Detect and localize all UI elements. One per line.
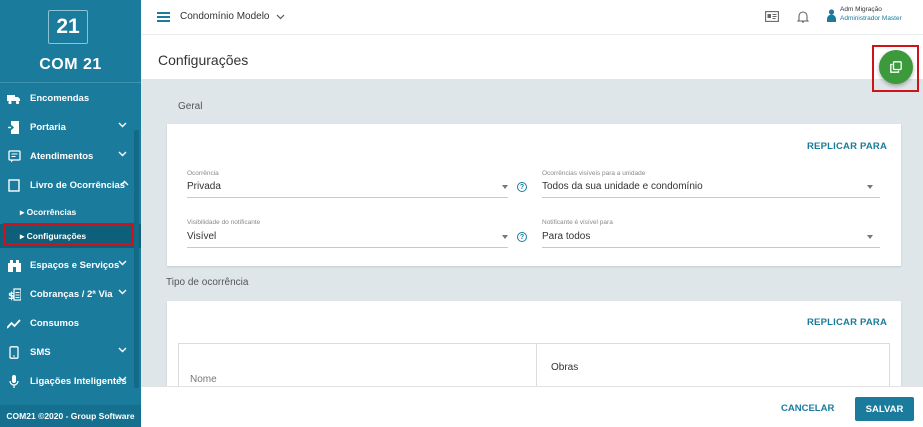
sidebar-item-label: Livro de Ocorrências <box>30 180 126 191</box>
ocorrencia-label: Ocorrência <box>187 170 219 177</box>
section-tipo-label: Tipo de ocorrência <box>166 277 249 288</box>
sidebar-scrollbar[interactable] <box>134 130 139 388</box>
notificante-select[interactable]: Para todos <box>542 231 590 242</box>
geral-card <box>167 124 901 266</box>
dropdown-caret-icon[interactable] <box>502 235 508 239</box>
chevron-down-icon <box>118 376 127 382</box>
sidebar-item-sms[interactable]: SMS <box>0 338 141 367</box>
section-geral-label: Geral <box>178 101 203 112</box>
sidebar-item-label: Cobranças / 2ª Via <box>30 289 113 300</box>
visibilidade-select[interactable]: Visível <box>187 231 216 242</box>
sidebar-subitem-configuracoes[interactable]: ▸ Configurações <box>0 224 141 248</box>
field-underline <box>187 197 508 198</box>
sidebar-item-label: SMS <box>30 347 51 358</box>
phone-icon <box>7 346 21 360</box>
ocorrencias-visiveis-label: Ocorrências visíveis para a unidade <box>542 170 646 177</box>
sidebar-item-livro-ocorrencias[interactable]: Livro de Ocorrências <box>0 171 141 200</box>
cancel-button[interactable]: CANCELAR <box>781 403 834 414</box>
replicar-button-geral[interactable]: REPLICAR PARA <box>807 141 887 152</box>
sidebar-item-consumos[interactable]: Consumos <box>0 309 141 338</box>
book-icon <box>7 179 21 193</box>
sidebar-menu: Encomendas Portaria Atendimentos Livro d… <box>0 84 141 396</box>
sidebar-item-encomendas[interactable]: Encomendas <box>0 84 141 113</box>
page-title: Configurações <box>158 52 249 68</box>
bill-icon: $ <box>7 288 21 302</box>
chevron-down-icon <box>118 289 127 295</box>
dropdown-caret-icon[interactable] <box>867 185 873 189</box>
table-column-nome: Nome <box>190 374 217 385</box>
hamburger-menu-icon[interactable] <box>157 12 170 22</box>
sidebar-subitem-label: ▸ Ocorrências <box>20 206 77 217</box>
field-underline <box>542 197 880 198</box>
sidebar-item-ligacoes[interactable]: Ligações Inteligentes <box>0 367 141 396</box>
ocorrencia-select[interactable]: Privada <box>187 181 221 192</box>
sidebar-item-label: Espaços e Serviços <box>30 260 120 271</box>
topbar: Condomínio Modelo Adm Migração Administr… <box>141 0 923 34</box>
mic-icon <box>7 375 21 389</box>
door-icon <box>7 121 21 135</box>
truck-icon <box>7 92 21 106</box>
table-column-obras: Obras <box>551 362 579 373</box>
sidebar-item-label: Portaria <box>30 122 66 133</box>
sidebar-subitem-label: ▸ Configurações <box>20 230 87 241</box>
chevron-down-icon <box>118 260 127 266</box>
sidebar-subitem-ocorrencias[interactable]: ▸ Ocorrências <box>0 200 141 224</box>
field-underline <box>187 247 508 248</box>
visibilidade-label: Visibilidade do notificante <box>187 219 261 226</box>
chevron-down-icon <box>118 151 127 157</box>
sidebar-item-portaria[interactable]: Portaria <box>0 113 141 142</box>
condominio-name: Condomínio Modelo <box>180 11 270 22</box>
user-name: Adm Migração <box>840 6 882 13</box>
condominio-selector[interactable]: Condomínio Modelo <box>180 11 285 22</box>
sidebar-item-label: Atendimentos <box>30 151 94 162</box>
chevron-down-icon <box>118 122 127 128</box>
page-header: Configurações <box>141 34 923 79</box>
trend-icon <box>7 317 21 331</box>
brand-name: COM 21 <box>39 56 102 73</box>
sidebar-item-espacos-servicos[interactable]: Espaços e Serviços <box>0 251 141 280</box>
chat-icon <box>7 150 21 164</box>
dropdown-caret-icon[interactable] <box>867 235 873 239</box>
action-bar: CANCELAR SALVAR <box>141 386 923 427</box>
chevron-down-icon <box>276 14 284 19</box>
sidebar-item-cobrancas[interactable]: $ Cobranças / 2ª Via <box>0 280 141 309</box>
sidebar-item-label: Consumos <box>30 318 80 329</box>
chevron-up-icon <box>120 180 129 186</box>
chevron-down-icon <box>118 347 127 353</box>
building-icon <box>7 259 21 273</box>
bell-icon[interactable] <box>797 10 809 23</box>
user-role: Administrador Master <box>840 15 902 22</box>
sidebar-item-atendimentos[interactable]: Atendimentos <box>0 142 141 171</box>
notificante-label: Notificante é visível para <box>542 219 613 226</box>
id-card-icon[interactable] <box>765 11 779 22</box>
sidebar-footer: COM21 ©2020 - Group Software <box>0 405 141 427</box>
replicar-button-tipo[interactable]: REPLICAR PARA <box>807 317 887 328</box>
user-icon[interactable] <box>827 9 836 22</box>
sidebar-item-label: Encomendas <box>30 93 90 104</box>
divider <box>0 82 141 83</box>
help-icon[interactable]: ? <box>517 232 527 242</box>
logo: 21 <box>48 10 88 44</box>
copy-fab-button[interactable] <box>879 50 913 84</box>
sidebar-item-label: Ligações Inteligentes <box>30 376 127 387</box>
ocorrencias-visiveis-select[interactable]: Todos da sua unidade e condomínio <box>542 181 703 192</box>
copy-icon <box>890 61 902 73</box>
sidebar: 21 COM 21 Encomendas Portaria Atendiment… <box>0 0 141 427</box>
save-button[interactable]: SALVAR <box>855 397 914 421</box>
help-icon[interactable]: ? <box>517 182 527 192</box>
dropdown-caret-icon[interactable] <box>502 185 508 189</box>
field-underline <box>542 247 880 248</box>
